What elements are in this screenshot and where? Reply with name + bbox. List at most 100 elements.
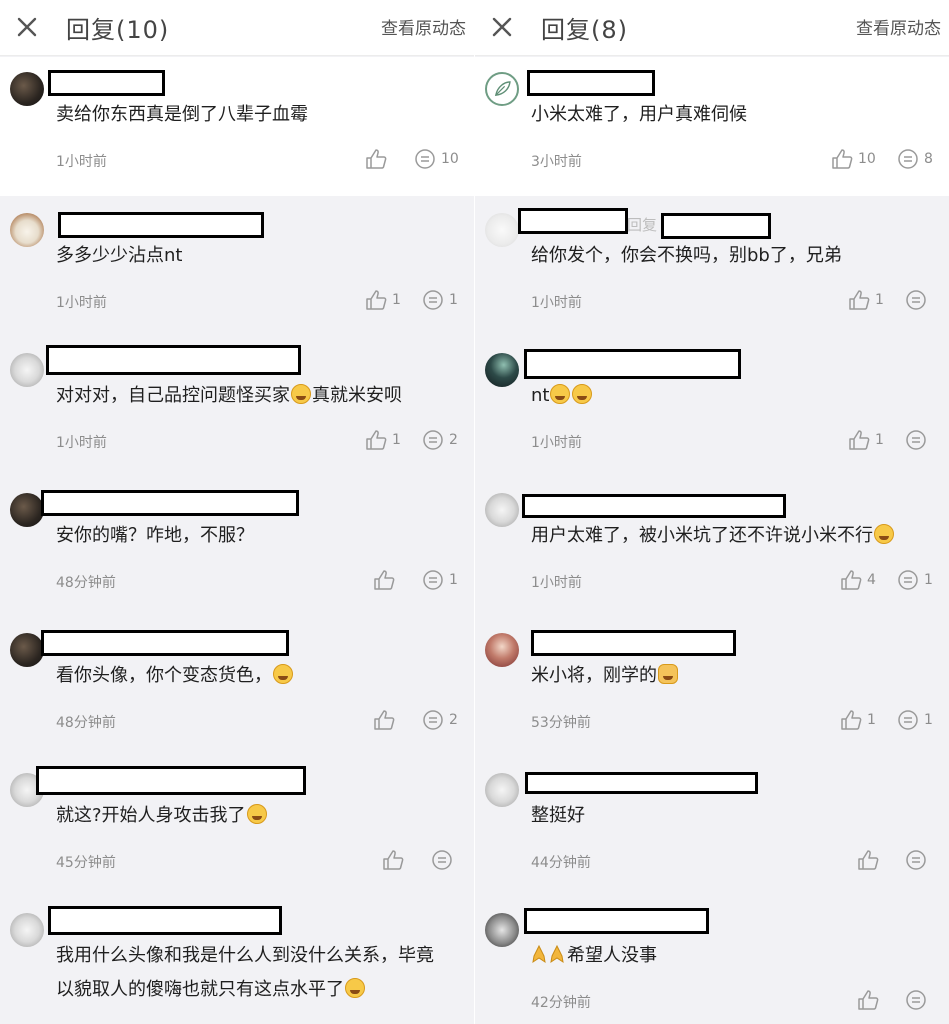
timestamp: 1小时前 [531,435,582,451]
avatar[interactable] [10,213,44,247]
username-redacted [41,630,289,656]
username-redacted [48,70,165,96]
timestamp: 1小时前 [531,575,582,591]
username-redacted [522,494,786,518]
username-redacted [524,349,741,379]
comment-bubble-icon[interactable] [897,709,919,731]
comment-item: 多多少少沾点nt 1小时前 1 1 [0,196,474,336]
view-original-post-link[interactable]: 查看原动态 [381,14,466,39]
comment-text: 希望人没事 [531,939,941,973]
comment-text-part: nt [531,385,550,406]
avatar[interactable] [485,353,519,387]
comment-text: 安你的嘴？咋地，不服？ [56,525,254,546]
view-original-post-link[interactable]: 查看原动态 [856,14,941,39]
like-count: 1 [875,432,884,448]
avatar[interactable] [485,913,519,947]
thumbs-up-icon[interactable] [840,709,862,731]
comment-bubble-icon[interactable] [905,989,927,1011]
comment-text: 整挺好 [531,805,585,826]
comment-bubble-icon[interactable] [905,429,927,451]
avatar[interactable] [10,353,44,387]
comment-text: 小米太难了，用户真难伺候 [531,104,747,125]
reply-count: 8 [924,151,933,167]
comment-text-part: 看你头像，你个变态货色， [56,665,272,686]
comment-bubble-icon[interactable] [897,569,919,591]
thumbs-up-icon[interactable] [373,569,395,591]
comment-bubble-icon[interactable] [905,849,927,871]
avatar[interactable] [485,633,519,667]
username-redacted [36,766,306,795]
grin-emoji-icon [291,384,311,404]
comment-bubble-icon[interactable] [905,289,927,311]
comment-item: 我用什么头像和我是什么人到没什么关系，毕竟 以貌取人的傻嗨也就只有这点水平了 [0,896,474,1024]
like-count: 1 [875,292,884,308]
reply-count: 1 [924,712,933,728]
thumbs-up-icon[interactable] [365,289,387,311]
reply-count: 1 [449,292,458,308]
timestamp: 48分钟前 [56,715,116,731]
comment-bubble-icon[interactable] [422,709,444,731]
close-icon[interactable] [487,12,517,42]
comment-text: 看你头像，你个变态货色， [56,659,466,693]
comment-item: 米小将，刚学的 53分钟前 1 1 [475,616,949,756]
like-count: 1 [392,292,401,308]
thumbs-up-icon[interactable] [831,148,853,170]
thumbs-up-icon[interactable] [857,989,879,1011]
thumbs-up-icon[interactable] [373,709,395,731]
comment-text-part: 就这?开始人身攻击我了 [56,805,246,826]
avatar[interactable] [485,72,519,106]
thumbs-up-icon[interactable] [382,849,404,871]
comment-item: 用户太难了，被小米坑了还不许说小米不行 1小时前 4 1 [475,476,949,616]
comment-bubble-icon[interactable] [431,849,453,871]
timestamp: 45分钟前 [56,855,116,871]
comment-text-part: 对对对，自己品控问题怪买家 [56,385,290,406]
grin-emoji-icon [874,524,894,544]
page-title: 回复(8) [541,16,628,44]
like-count: 1 [867,712,876,728]
page-title: 回复(10) [66,16,170,44]
close-icon[interactable] [12,12,42,42]
comment-text: 就这?开始人身攻击我了 [56,799,466,833]
avatar[interactable] [485,493,519,527]
timestamp: 42分钟前 [531,995,591,1011]
comment-item: 整挺好 44分钟前 [475,756,949,896]
username-redacted [48,906,282,935]
comment-item: nt 1小时前 1 [475,336,949,476]
thumbs-up-icon[interactable] [840,569,862,591]
comment-text: 卖给你东西真是倒了八辈子血霉 [56,104,308,125]
comment-item: 就这?开始人身攻击我了 45分钟前 [0,756,474,896]
comment-text: 多多少少沾点nt [56,245,183,266]
timestamp: 53分钟前 [531,715,591,731]
comment-item: 回复 给你发个，你会不换吗，别bb了，兄弟 1小时前 1 [475,196,949,336]
avatar[interactable] [10,493,44,527]
username-redacted [531,630,736,656]
timestamp: 48分钟前 [56,575,116,591]
comment-text-part: 米小将，刚学的 [531,665,657,686]
thumbs-up-icon[interactable] [365,148,387,170]
comment-text: 给你发个，你会不换吗，别bb了，兄弟 [531,245,842,266]
like-count: 4 [867,572,876,588]
comment-bubble-icon[interactable] [422,569,444,591]
grin-emoji-icon [246,804,267,824]
avatar[interactable] [10,72,44,106]
avatar[interactable] [485,773,519,807]
comment-bubble-icon[interactable] [422,429,444,451]
avatar[interactable] [10,633,44,667]
thumbs-up-icon[interactable] [848,289,870,311]
comment-text-part: 用户太难了，被小米坑了还不许说小米不行 [531,525,873,546]
comment-bubble-icon[interactable] [897,148,919,170]
comment-bubble-icon[interactable] [414,148,436,170]
header-left: 回复(10) 查看原动态 [0,0,474,56]
avatar[interactable] [10,913,44,947]
thumbs-up-icon[interactable] [857,849,879,871]
comment-item: 看你头像，你个变态货色， 48分钟前 2 [0,616,474,756]
avatar[interactable] [485,213,519,247]
thumbs-up-icon[interactable] [365,429,387,451]
comment-text-part: 真就米安呗 [312,385,402,406]
comment-text: 用户太难了，被小米坑了还不许说小米不行 [531,519,941,553]
comment-item: 对对对，自己品控问题怪买家 真就米安呗 1小时前 1 2 [0,336,474,476]
comment-bubble-icon[interactable] [422,289,444,311]
like-count: 10 [858,151,876,167]
thumbs-up-icon[interactable] [848,429,870,451]
comment-text: nt [531,379,941,413]
